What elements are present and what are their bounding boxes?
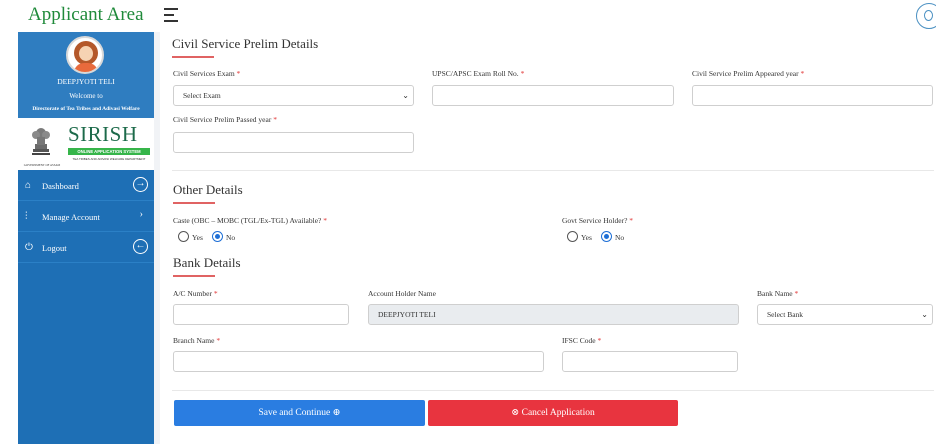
- sidebar-item-label: Dashboard: [42, 181, 79, 191]
- sirish-title: SIRISH: [68, 122, 138, 146]
- section-divider: [172, 170, 934, 171]
- passed-year-input[interactable]: [173, 132, 414, 153]
- civil-service-section-title: Civil Service Prelim Details: [172, 36, 319, 51]
- caste-yes-radio[interactable]: [178, 231, 189, 242]
- sidebar-item-dashboard[interactable]: ⌂ Dashboard →: [18, 170, 154, 201]
- emblem-caption: GOVERNMENT OF ASSAM: [23, 163, 61, 167]
- chevron-down-icon: ⌄: [921, 310, 928, 319]
- ifsc-code-input[interactable]: [562, 351, 738, 372]
- arrow-right-circle-icon: ⊕: [332, 408, 341, 418]
- close-circle-icon: ⊗: [511, 408, 520, 418]
- account-number-label: A/C Number *: [173, 289, 218, 298]
- sidebar-item-manage-account[interactable]: ⫶ Manage Account ›: [18, 201, 154, 232]
- govt-no-radio[interactable]: [601, 231, 612, 242]
- other-details-section-title: Other Details: [173, 182, 243, 197]
- sidebar-item-logout[interactable]: ⏻ Logout ←: [18, 232, 154, 263]
- profile-panel: DEEPJYOTI TELI Welcome to Directorate of…: [18, 32, 154, 118]
- govt-service-label: Govt Service Holder? *: [562, 216, 634, 225]
- sirish-dept-line: TEA TRIBES AND ADIVASI WELFARE DEPARTMEN…: [72, 157, 146, 161]
- appeared-year-label: Civil Service Prelim Appeared year *: [692, 69, 805, 78]
- sirish-subtitle: ONLINE APPLICATION SYSTEM: [68, 148, 150, 155]
- main-content: Civil Service Prelim Details Civil Servi…: [154, 32, 936, 444]
- title-underline: [173, 275, 215, 277]
- chevron-right-icon: ›: [139, 209, 143, 220]
- ifsc-code-label: IFSC Code *: [562, 336, 602, 345]
- sidebar-item-label: Manage Account: [42, 212, 100, 222]
- civil-services-exam-label: Civil Services Exam *: [173, 69, 241, 78]
- radio-label: Yes: [581, 233, 592, 242]
- sidebar: DEEPJYOTI TELI Welcome to Directorate of…: [18, 32, 154, 444]
- user-name: DEEPJYOTI TELI: [57, 77, 115, 86]
- sliders-icon: ⫶: [25, 211, 28, 222]
- branch-name-label: Branch Name *: [173, 336, 221, 345]
- account-number-input[interactable]: [173, 304, 349, 325]
- radio-label: No: [615, 233, 625, 242]
- radio-label: No: [226, 233, 236, 242]
- hamburger-menu-icon[interactable]: [164, 6, 178, 22]
- state-emblem-icon: [32, 128, 50, 155]
- bank-name-select[interactable]: Select Bank ⌄: [757, 304, 933, 325]
- home-icon: ⌂: [25, 180, 32, 191]
- govt-yes-radio[interactable]: [567, 231, 578, 242]
- sidebar-item-label: Logout: [42, 243, 67, 253]
- caste-label: Caste (OBC – MOBC (TGL/Ex-TGL) Available…: [173, 216, 327, 225]
- top-bar: Applicant Area: [0, 0, 936, 32]
- power-icon: ⏻: [25, 242, 33, 253]
- save-and-continue-button[interactable]: Save and Continue ⊕: [174, 400, 425, 426]
- appeared-year-input[interactable]: [692, 85, 933, 106]
- civil-services-exam-select[interactable]: Select Exam ⌄: [173, 85, 414, 106]
- app-title: Applicant Area: [28, 4, 144, 25]
- account-holder-input: DEEPJYOTI TELI: [368, 304, 739, 325]
- bank-details-section-title: Bank Details: [173, 255, 241, 270]
- sirish-logo: GOVERNMENT OF ASSAM SIRISH ONLINE APPLIC…: [18, 118, 154, 170]
- department-name: Directorate of Tea Tribes and Adivasi We…: [32, 106, 140, 112]
- user-menu-icon[interactable]: [916, 3, 936, 29]
- roll-no-label: UPSC/APSC Exam Roll No. *: [432, 69, 525, 78]
- welcome-text: Welcome to: [69, 92, 103, 100]
- title-underline: [172, 56, 214, 58]
- title-underline: [173, 202, 215, 204]
- branch-name-input[interactable]: [173, 351, 544, 372]
- avatar: [66, 36, 104, 74]
- bank-name-label: Bank Name *: [757, 289, 799, 298]
- arrow-right-circle-icon: →: [133, 177, 148, 192]
- account-holder-label: Account Holder Name: [368, 289, 436, 298]
- section-divider: [172, 390, 934, 391]
- roll-no-input[interactable]: [432, 85, 674, 106]
- radio-label: Yes: [192, 233, 203, 242]
- cancel-application-button[interactable]: ⊗ Cancel Application: [428, 400, 678, 426]
- caste-no-radio[interactable]: [212, 231, 223, 242]
- arrow-left-circle-icon: ←: [133, 239, 148, 254]
- chevron-down-icon: ⌄: [402, 91, 409, 100]
- passed-year-label: Civil Service Prelim Passed year *: [173, 115, 277, 124]
